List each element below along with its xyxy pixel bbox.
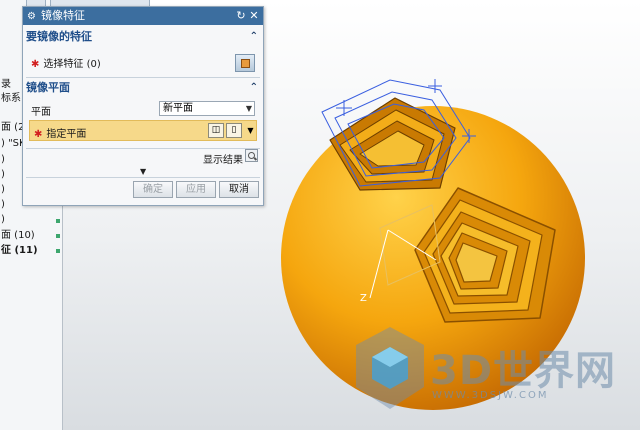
- section-divider: [26, 148, 260, 149]
- status-check-icon: [56, 249, 60, 253]
- feature-section-title: 要镜像的特征: [26, 30, 92, 43]
- ok-button[interactable]: 确定: [133, 181, 173, 198]
- plane-dialog-icon[interactable]: ◫: [208, 123, 224, 138]
- chevron-down-icon: ▼: [245, 104, 252, 113]
- mirror-feature-dialog: ⚙ 镜像特征 ↻ ✕ 要镜像的特征 ⌃ ✱ 选择特征 (0) 镜像平面 ⌃ 平面 新…: [22, 6, 264, 206]
- apply-button[interactable]: 应用: [176, 181, 216, 198]
- select-feature-icon[interactable]: [235, 54, 255, 72]
- show-result-label[interactable]: 显示结果: [203, 151, 243, 166]
- status-check-icon: [56, 234, 60, 238]
- feature-section-heading[interactable]: 要镜像的特征 ⌃: [26, 28, 260, 45]
- specify-plane-label-wrap: ✱ 指定平面: [34, 125, 86, 140]
- cancel-button[interactable]: 取消: [219, 181, 259, 198]
- plane-section-heading[interactable]: 镜像平面 ⌃: [26, 79, 260, 96]
- dialog-title: 镜像特征: [41, 9, 85, 22]
- required-mark: ✱: [34, 129, 43, 140]
- close-icon[interactable]: ✕: [248, 7, 260, 25]
- plane-inference-icon[interactable]: ▯: [226, 123, 242, 138]
- plane-type-select[interactable]: 新平面 ▼: [159, 101, 255, 116]
- collapse-caret-icon[interactable]: ⌃: [250, 79, 258, 96]
- plane-label: 平面: [31, 107, 51, 118]
- dialog-title-bar: ⚙ 镜像特征 ↻ ✕: [23, 7, 263, 25]
- z-axis-label: Z: [360, 293, 367, 304]
- watermark-logo-icon: [356, 327, 424, 409]
- plane-section-title: 镜像平面: [26, 81, 70, 94]
- watermark-url: WWW.3DSJW.COM: [432, 390, 549, 401]
- section-divider: [26, 177, 260, 178]
- status-check-icon: [56, 219, 60, 223]
- gear-icon: ⚙: [27, 11, 36, 22]
- tree-row[interactable]: ): [0, 213, 62, 227]
- chevron-down-icon[interactable]: ▼: [246, 124, 255, 137]
- select-feature-label: 选择特征 (0): [43, 59, 101, 70]
- reset-icon[interactable]: ↻: [235, 7, 247, 25]
- watermark-text: 3D世界网: [430, 348, 617, 394]
- specify-plane-row[interactable]: ✱ 指定平面 ◫ ▯ ▼: [29, 120, 257, 141]
- specify-plane-label: 指定平面: [46, 129, 87, 140]
- required-mark: ✱: [31, 59, 40, 70]
- tree-row[interactable]: 征 (11): [0, 244, 62, 258]
- expand-more-icon[interactable]: ▼: [140, 167, 146, 176]
- collapse-caret-icon[interactable]: ⌃: [250, 28, 258, 45]
- plane-type-value: 新平面: [163, 103, 193, 114]
- select-feature-row[interactable]: ✱ 选择特征 (0): [31, 55, 101, 70]
- section-divider: [26, 77, 260, 78]
- magnifier-icon[interactable]: [245, 149, 258, 162]
- tree-row[interactable]: 面 (10): [0, 229, 62, 243]
